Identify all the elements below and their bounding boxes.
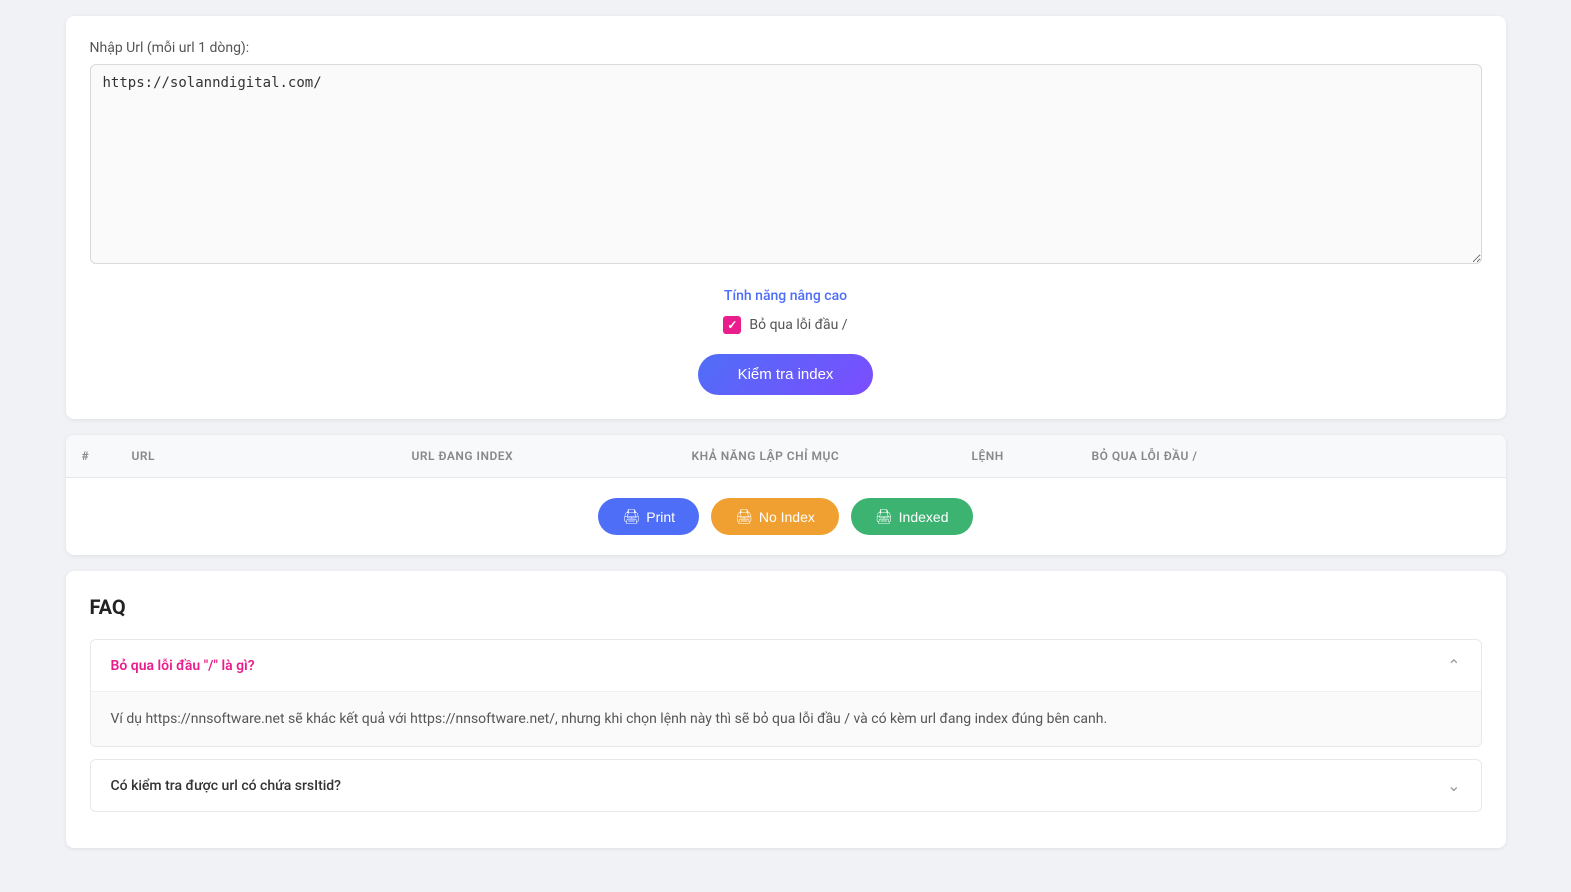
- url-input-card: Nhập Url (mỗi url 1 dòng): https://solan…: [66, 16, 1506, 419]
- table-header-row: # URL URL ĐANG INDEX KHẢ NĂNG LẬP CHỈ MỤ…: [66, 435, 1506, 478]
- faq-title: FAQ: [90, 595, 1482, 619]
- print-label: Print: [646, 509, 675, 525]
- indexed-icon: 🖨: [875, 508, 893, 525]
- print-button[interactable]: 🖨 Print: [598, 498, 699, 535]
- results-table-section: # URL URL ĐANG INDEX KHẢ NĂNG LẬP CHỈ MỤ…: [66, 435, 1506, 555]
- noindex-button[interactable]: 🖨 No Index: [711, 498, 839, 535]
- table-header: # URL URL ĐANG INDEX KHẢ NĂNG LẬP CHỈ MỤ…: [66, 435, 1506, 478]
- noindex-label: No Index: [759, 509, 815, 525]
- indexed-label: Indexed: [899, 509, 949, 525]
- checkbox-row: Bỏ qua lỗi đầu /: [90, 316, 1482, 334]
- faq-item-1: Có kiểm tra được url có chứa srsItid? ⌄: [90, 759, 1482, 812]
- advanced-title[interactable]: Tính năng nâng cao: [90, 288, 1482, 304]
- check-index-button[interactable]: Kiểm tra index: [698, 354, 874, 395]
- col-kha-nang: KHẢ NĂNG LẬP CHỈ MỤC: [676, 435, 956, 478]
- table-actions: 🖨 Print 🖨 No Index 🖨 Indexed: [66, 478, 1506, 555]
- faq-answer-0: Ví dụ https://nnsoftware.net sẽ khác kết…: [91, 691, 1481, 746]
- noindex-icon: 🖨: [735, 508, 753, 525]
- col-bo-qua: BỎ QUA LỖI ĐẦU /: [1076, 435, 1506, 478]
- faq-chevron-up-0: ⌃: [1447, 656, 1460, 675]
- results-table: # URL URL ĐANG INDEX KHẢ NĂNG LẬP CHỈ MỤ…: [66, 435, 1506, 478]
- faq-question-0[interactable]: Bỏ qua lỗi đầu "/" là gì? ⌃: [91, 640, 1481, 691]
- col-url: URL: [116, 435, 396, 478]
- url-textarea[interactable]: https://solanndigital.com/: [90, 64, 1482, 264]
- faq-question-text-1: Có kiểm tra được url có chứa srsItid?: [111, 778, 342, 794]
- faq-question-text-0: Bỏ qua lỗi đầu "/" là gì?: [111, 658, 255, 674]
- ignore-slash-checkbox[interactable]: [723, 316, 741, 334]
- faq-question-1[interactable]: Có kiểm tra được url có chứa srsItid? ⌄: [91, 760, 1481, 811]
- checkbox-label: Bỏ qua lỗi đầu /: [749, 317, 847, 333]
- indexed-button[interactable]: 🖨 Indexed: [851, 498, 973, 535]
- faq-section: FAQ Bỏ qua lỗi đầu "/" là gì? ⌃ Ví dụ ht…: [66, 571, 1506, 848]
- col-hash: #: [66, 435, 116, 478]
- faq-item-0: Bỏ qua lỗi đầu "/" là gì? ⌃ Ví dụ https:…: [90, 639, 1482, 747]
- url-input-label: Nhập Url (mỗi url 1 dòng):: [90, 40, 1482, 56]
- col-url-index: URL ĐANG INDEX: [396, 435, 676, 478]
- advanced-section: Tính năng nâng cao Bỏ qua lỗi đầu / Kiểm…: [90, 288, 1482, 395]
- faq-chevron-down-1: ⌄: [1447, 776, 1460, 795]
- print-icon: 🖨: [622, 508, 640, 525]
- col-lenh: LỆNH: [956, 435, 1076, 478]
